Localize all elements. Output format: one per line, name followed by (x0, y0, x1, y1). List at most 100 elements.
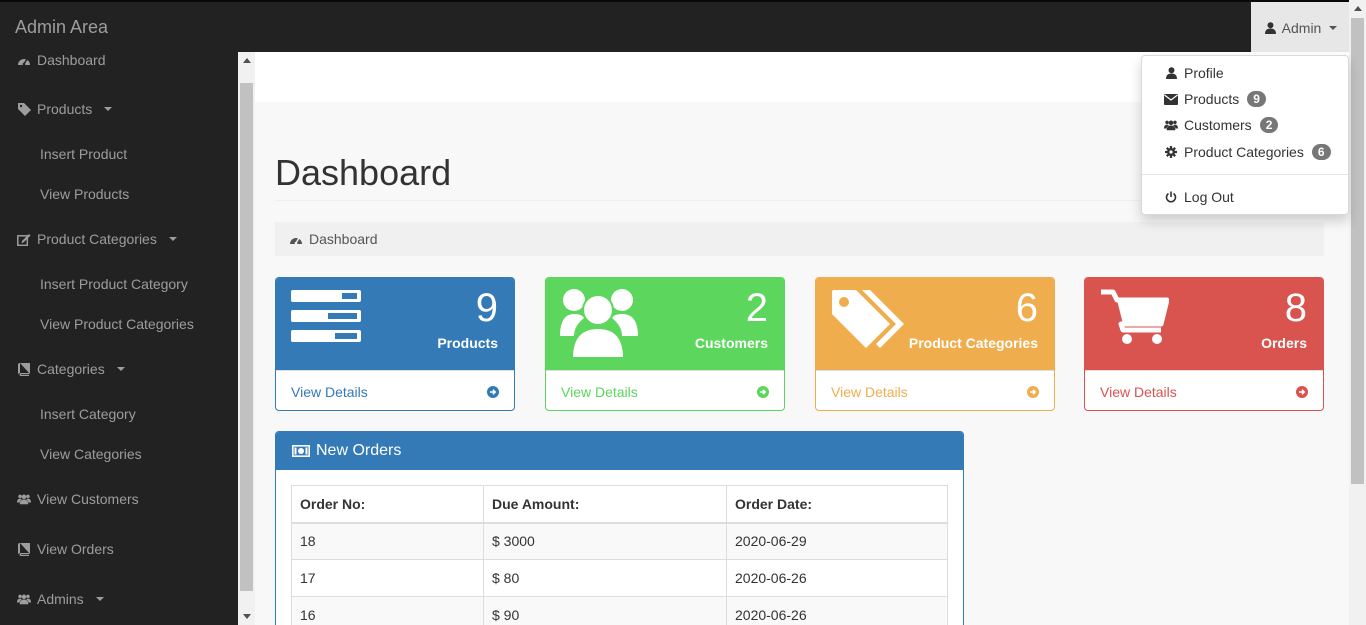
users-icon (560, 288, 638, 363)
order-no-cell: 18 (291, 522, 484, 560)
view-details-link[interactable]: View Details (561, 384, 638, 400)
new-orders-panel: New Orders Order No: Due Amount: Order D… (275, 431, 964, 625)
gear-icon (1164, 146, 1178, 158)
users-icon (1164, 119, 1178, 131)
menu-item-log-out[interactable]: Log Out (1164, 189, 1234, 205)
order-no-cell: 17 (291, 559, 484, 597)
due-amount-cell: $ 3000 (483, 522, 727, 560)
menu-item-products[interactable]: Products 9 (1164, 91, 1266, 107)
dashboard-icon (289, 233, 303, 245)
scroll-up-icon[interactable] (238, 52, 255, 69)
tag-icon (17, 102, 31, 116)
orders-card-label: Orders (1261, 335, 1307, 351)
menu-item-label: Profile (1184, 65, 1224, 81)
products-card: 9 Products View Details (275, 277, 515, 411)
customers-card-header: 2 Customers (546, 278, 784, 370)
view-details-link[interactable]: View Details (831, 384, 908, 400)
scroll-up-icon[interactable] (1349, 0, 1366, 17)
arrow-circle-right-icon (1027, 385, 1039, 398)
due-amount-cell: $ 80 (483, 559, 727, 597)
order-date-cell: 2020-06-29 (726, 522, 948, 560)
tags-icon (830, 288, 908, 357)
product-categories-count: 6 (1015, 286, 1038, 330)
menu-item-product-categories[interactable]: Product Categories 6 (1164, 144, 1331, 160)
orders-table: Order No: Due Amount: Order Date: 18 $ 3… (291, 485, 948, 625)
sidebar-item-dashboard[interactable]: Dashboard (17, 52, 106, 68)
power-icon (1164, 191, 1178, 203)
brand-title[interactable]: Admin Area (15, 17, 108, 38)
menu-divider (1142, 174, 1348, 175)
column-header: Due Amount: (483, 485, 727, 524)
sidebar-subitem-view-categories[interactable]: View Categories (40, 446, 142, 462)
sidebar: Dashboard Products Insert Product View P… (0, 52, 238, 625)
count-badge: 6 (1311, 144, 1331, 160)
user-icon (1164, 67, 1178, 79)
admin-menu-label: Admin (1281, 20, 1322, 36)
page-scroll-thumb[interactable] (1351, 18, 1364, 484)
chevron-down-icon (104, 107, 113, 111)
sidebar-item-label: Categories (37, 361, 105, 377)
column-header: Order Date: (726, 485, 948, 524)
book-icon (17, 362, 31, 376)
table-row: 18 $ 3000 2020-06-29 (291, 522, 948, 560)
customers-view-details[interactable]: View Details (546, 370, 784, 410)
sidebar-subitem-insert-product[interactable]: Insert Product (40, 146, 127, 162)
view-details-link[interactable]: View Details (1100, 384, 1177, 400)
menu-item-profile[interactable]: Profile (1164, 65, 1224, 81)
sidebar-item-products[interactable]: Products (17, 101, 113, 117)
page-scrollbar[interactable] (1349, 0, 1366, 625)
orders-card: 8 Orders View Details (1084, 277, 1324, 411)
product-categories-card: 6 Product Categories View Details (815, 277, 1055, 411)
sidebar-subitem-insert-product-category[interactable]: Insert Product Category (40, 276, 188, 292)
book-icon (17, 542, 31, 556)
sidebar-scrollbar[interactable] (238, 52, 255, 625)
order-date-cell: 2020-06-26 (726, 596, 948, 625)
product-categories-view-details[interactable]: View Details (816, 370, 1054, 410)
money-icon (292, 445, 310, 457)
sidebar-item-product-categories[interactable]: Product Categories (17, 231, 177, 247)
sidebar-item-label: View Customers (37, 491, 139, 507)
customers-count: 2 (745, 286, 768, 330)
sidebar-subitem-insert-category[interactable]: Insert Category (40, 406, 136, 422)
sidebar-item-label: Admins (37, 591, 84, 607)
dashboard-icon (17, 54, 31, 66)
table-header-row: Order No: Due Amount: Order Date: (291, 485, 948, 524)
sidebar-item-categories[interactable]: Categories (17, 361, 125, 377)
product-categories-card-header: 6 Product Categories (816, 278, 1054, 370)
sidebar-item-label: Dashboard (37, 52, 106, 68)
shopping-cart-icon (1099, 288, 1170, 349)
arrow-circle-right-icon (487, 385, 499, 398)
scroll-down-icon[interactable] (238, 608, 255, 625)
product-categories-card-label: Product Categories (908, 335, 1038, 351)
breadcrumb-current: Dashboard (309, 231, 378, 247)
table-row: 17 $ 80 2020-06-26 (291, 559, 948, 597)
chevron-down-icon (116, 367, 125, 371)
count-badge: 9 (1247, 91, 1266, 107)
top-navbar: Admin Area Admin (0, 0, 1366, 54)
edit-icon (17, 233, 31, 246)
menu-item-customers[interactable]: Customers 2 (1164, 117, 1279, 133)
sidebar-item-admins[interactable]: Admins (17, 591, 104, 607)
sidebar-item-view-customers[interactable]: View Customers (17, 491, 139, 507)
sidebar-item-label: Products (37, 101, 93, 117)
products-card-label: Products (437, 335, 498, 351)
menu-item-label: Products (1184, 91, 1240, 107)
products-count: 9 (475, 286, 498, 330)
sidebar-item-view-orders[interactable]: View Orders (17, 541, 114, 557)
sidebar-subitem-view-product-categories[interactable]: View Product Categories (40, 316, 194, 332)
page-title: Dashboard (275, 152, 452, 193)
customers-card: 2 Customers View Details (545, 277, 785, 411)
orders-count: 8 (1284, 286, 1307, 330)
products-view-details[interactable]: View Details (276, 370, 514, 410)
users-icon (17, 493, 31, 505)
orders-view-details[interactable]: View Details (1085, 370, 1323, 410)
products-card-header: 9 Products (276, 278, 514, 370)
sidebar-subitem-view-products[interactable]: View Products (40, 186, 129, 202)
admin-menu-toggle[interactable]: Admin (1251, 2, 1350, 54)
sidebar-scroll-thumb[interactable] (240, 83, 253, 591)
new-orders-title: New Orders (316, 442, 402, 459)
menu-item-label: Product Categories (1184, 144, 1304, 160)
tasks-icon (290, 288, 362, 349)
view-details-link[interactable]: View Details (291, 384, 368, 400)
table-row: 16 $ 90 2020-06-26 (291, 596, 948, 625)
